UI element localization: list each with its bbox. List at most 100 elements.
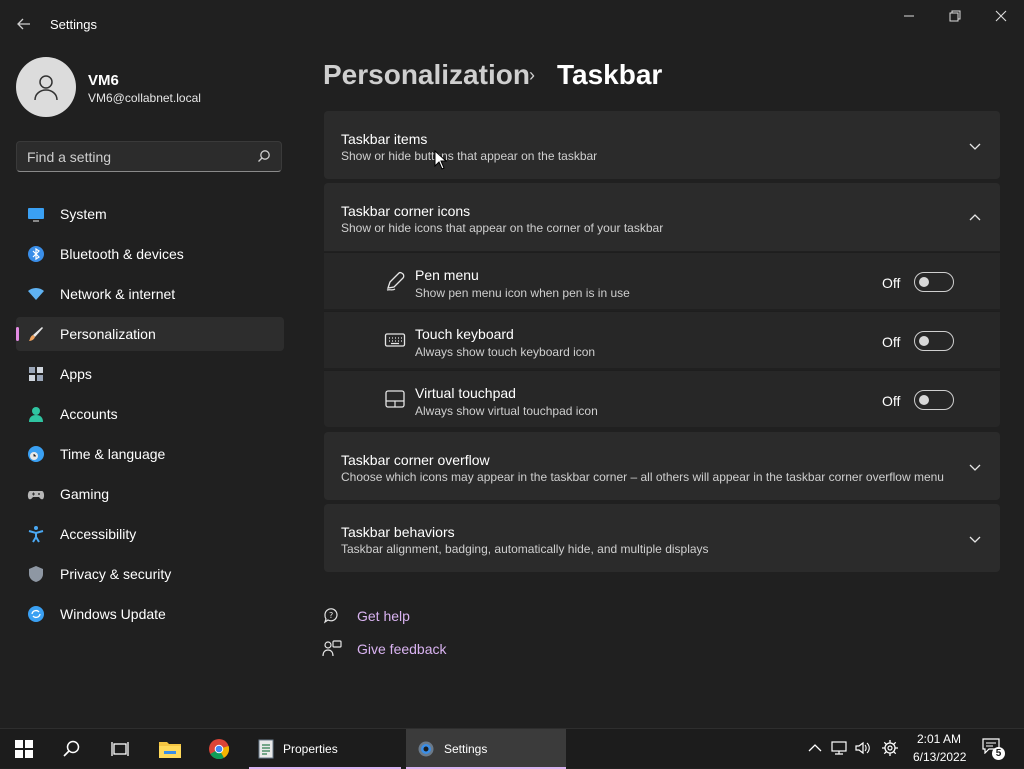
restore-icon <box>949 10 961 22</box>
sidebar-item-accounts[interactable]: Accounts <box>16 397 284 431</box>
gamepad-icon <box>27 491 45 500</box>
touch-keyboard-toggle[interactable] <box>914 331 954 351</box>
card-description: Choose which icons may appear in the tas… <box>341 470 944 484</box>
avatar[interactable] <box>16 57 76 117</box>
taskbar-app-properties[interactable]: Properties <box>249 729 401 769</box>
taskbar-search-button[interactable] <box>52 729 92 769</box>
chevron-down-icon[interactable] <box>968 460 982 474</box>
properties-icon <box>258 739 274 759</box>
virtual-touchpad-toggle[interactable] <box>914 390 954 410</box>
svg-text:?: ? <box>329 611 333 620</box>
sidebar-item-network-internet[interactable]: Network & internet <box>16 277 284 311</box>
chevron-up-icon[interactable] <box>968 211 982 225</box>
sidebar-item-apps[interactable]: Apps <box>16 357 284 391</box>
taskbar-app-label: Properties <box>283 742 338 756</box>
taskbar-corner-icons-card[interactable]: Taskbar corner icons Show or hide icons … <box>324 183 1000 251</box>
sidebar-item-accessibility[interactable]: Accessibility <box>16 517 284 551</box>
accessibility-icon <box>28 526 44 543</box>
restore-button[interactable] <box>932 0 978 32</box>
monitor-icon <box>28 208 44 222</box>
breadcrumb-parent[interactable]: Personalization <box>323 59 530 91</box>
sidebar-item-time-language[interactable]: Time & language <box>16 437 284 471</box>
breadcrumb-separator: › <box>529 65 535 85</box>
card-title: Taskbar items <box>341 131 428 147</box>
file-explorer-button[interactable] <box>150 729 190 769</box>
sidebar-item-label: Privacy & security <box>60 566 172 582</box>
setting-description: Always show touch keyboard icon <box>415 345 596 359</box>
toggle-knob <box>919 336 929 346</box>
sidebar-item-system[interactable]: System <box>16 197 284 231</box>
search-input[interactable]: Find a setting <box>16 141 282 172</box>
sidebar-item-label: Apps <box>60 366 92 382</box>
card-description: Show or hide icons that appear on the co… <box>341 221 664 235</box>
touch-keyboard-row: Touch keyboard Always show touch keyboar… <box>324 311 1000 368</box>
clock-date[interactable]: 6/13/2022 <box>913 750 966 764</box>
toggle-state-label: Off <box>882 334 901 350</box>
feedback-icon <box>322 640 342 657</box>
sidebar-item-personalization[interactable]: Personalization <box>16 317 284 351</box>
bluetooth-icon <box>28 246 44 262</box>
card-title: Taskbar behaviors <box>341 524 455 540</box>
task-view-button[interactable] <box>100 729 140 769</box>
sidebar-item-gaming[interactable]: Gaming <box>16 477 284 511</box>
pen-menu-toggle[interactable] <box>914 272 954 292</box>
back-arrow-icon <box>17 18 30 30</box>
taskbar-app-label: Settings <box>444 742 488 756</box>
sidebar-item-label: Time & language <box>60 446 166 462</box>
minimize-icon <box>904 15 914 17</box>
sidebar-item-label: Gaming <box>60 486 110 502</box>
sidebar-item-label: Bluetooth & devices <box>60 246 184 262</box>
taskbar-items-card[interactable]: Taskbar items Show or hide buttons that … <box>324 111 1000 179</box>
toggle-state-label: Off <box>882 275 901 291</box>
gear-icon[interactable] <box>881 739 899 757</box>
minimize-button[interactable] <box>886 0 932 32</box>
settings-gear-icon <box>418 741 434 757</box>
sidebar-item-label: Accessibility <box>60 526 137 542</box>
sidebar-item-bluetooth-devices[interactable]: Bluetooth & devices <box>16 237 284 271</box>
mouse-cursor-icon <box>434 150 448 170</box>
network-icon[interactable] <box>830 739 848 757</box>
clock-time[interactable]: 2:01 AM <box>917 732 961 746</box>
chevron-down-icon[interactable] <box>968 532 982 546</box>
search-icon[interactable] <box>257 149 271 163</box>
virtual-touchpad-row: Virtual touchpad Always show virtual tou… <box>324 370 1000 427</box>
globe-clock-icon <box>28 446 44 462</box>
give-feedback-link[interactable]: Give feedback <box>322 637 462 661</box>
get-help-link[interactable]: ? Get help <box>322 604 442 628</box>
update-icon <box>28 606 44 622</box>
chevron-down-icon[interactable] <box>968 139 982 153</box>
sidebar-item-privacy-security[interactable]: Privacy & security <box>16 557 284 591</box>
title-bar <box>0 0 1024 48</box>
user-name: VM6 <box>88 72 119 89</box>
windows-logo-icon <box>15 740 33 758</box>
taskbar-behaviors-card[interactable]: Taskbar behaviors Taskbar alignment, bad… <box>324 504 1000 572</box>
sidebar-item-label: Windows Update <box>60 606 166 622</box>
toggle-state-label: Off <box>882 393 901 409</box>
card-title: Taskbar corner overflow <box>341 452 490 468</box>
apps-icon <box>29 367 43 381</box>
sidebar-item-label: System <box>60 206 107 222</box>
pen-menu-row: Pen menu Show pen menu icon when pen is … <box>324 252 1000 309</box>
touchpad-icon <box>385 390 405 408</box>
chrome-icon <box>209 739 230 760</box>
taskbar-app-settings[interactable]: Settings <box>406 729 566 769</box>
task-view-icon <box>111 742 129 756</box>
back-button[interactable] <box>10 12 38 36</box>
toggle-knob <box>919 277 929 287</box>
chevron-up-icon[interactable] <box>806 739 824 757</box>
shield-icon <box>29 566 43 582</box>
taskbar: Properties Settings 2:01 AM 6/13/2022 5 <box>0 728 1024 769</box>
chrome-button[interactable] <box>199 729 239 769</box>
notification-center-button[interactable]: 5 <box>982 738 1006 760</box>
volume-icon[interactable] <box>854 739 872 757</box>
close-button[interactable] <box>978 0 1024 32</box>
wifi-icon <box>28 287 44 300</box>
setting-title: Virtual touchpad <box>415 385 516 401</box>
taskbar-corner-overflow-card[interactable]: Taskbar corner overflow Choose which ico… <box>324 432 1000 500</box>
search-placeholder: Find a setting <box>27 149 112 165</box>
card-description: Taskbar alignment, badging, automaticall… <box>341 542 709 556</box>
sidebar-item-windows-update[interactable]: Windows Update <box>16 597 284 631</box>
start-button[interactable] <box>4 729 44 769</box>
card-title: Taskbar corner icons <box>341 203 471 219</box>
person-icon <box>34 75 58 101</box>
